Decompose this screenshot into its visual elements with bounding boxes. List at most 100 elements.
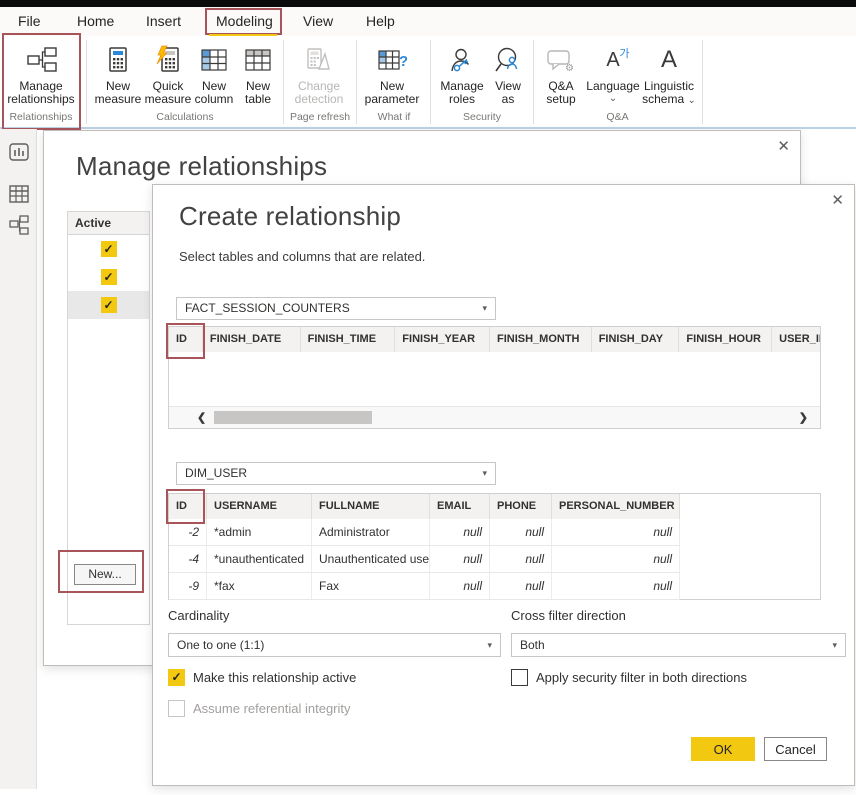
- model-view-icon[interactable]: [9, 215, 29, 235]
- cell-fullname: Fax: [312, 573, 430, 599]
- ribbon-divider: [356, 40, 357, 124]
- data-view-icon[interactable]: [9, 184, 29, 204]
- menu-tab-view[interactable]: View: [303, 13, 333, 29]
- window-titlebar: [0, 0, 856, 7]
- annotation-box-modeling: [205, 8, 282, 35]
- ok-button[interactable]: OK: [691, 737, 755, 761]
- disabled-checkbox: [168, 700, 185, 717]
- linguistic-schema-icon: A: [661, 40, 677, 80]
- ribbon-divider: [430, 40, 431, 124]
- table1-selected-value: FACT_SESSION_COUNTERS: [185, 301, 350, 315]
- column-header[interactable]: ID: [169, 494, 207, 519]
- cell-fullname: Administrator: [312, 519, 430, 545]
- scrollbar-thumb[interactable]: [214, 411, 372, 424]
- dialog-subtitle: Select tables and columns that are relat…: [179, 249, 425, 264]
- cell-username: *admin: [207, 519, 312, 545]
- column-header[interactable]: FULLNAME: [312, 494, 430, 519]
- menu-tab-help[interactable]: Help: [366, 13, 395, 29]
- qa-setup-button[interactable]: ⚙ Q&A setup: [538, 40, 584, 106]
- calculator-icon: [105, 40, 131, 80]
- cross-filter-value: Both: [520, 638, 545, 652]
- make-active-option[interactable]: ✓ Make this relationship active: [168, 669, 356, 686]
- chevron-down-icon: ⌄: [609, 93, 617, 104]
- table2-preview: ID USERNAME FULLNAME EMAIL PHONE PERSONA…: [168, 493, 821, 600]
- referential-integrity-option: Assume referential integrity: [168, 700, 351, 717]
- ribbon-button-label: Q&A setup: [538, 80, 584, 106]
- menu-bar: File Home Insert Modeling View Help: [0, 7, 856, 36]
- cell-username: *unauthenticated: [207, 546, 312, 572]
- report-view-icon[interactable]: [9, 142, 29, 162]
- ribbon-button-label: Language: [586, 80, 639, 93]
- cell-id: -2: [169, 519, 207, 545]
- column-header[interactable]: PERSONAL_NUMBER: [552, 494, 680, 519]
- new-measure-button[interactable]: New measure: [93, 40, 143, 106]
- column-header[interactable]: FINISH_TIME: [301, 327, 396, 352]
- cancel-button[interactable]: Cancel: [764, 737, 827, 761]
- menu-tab-file[interactable]: File: [18, 13, 41, 29]
- relationship-row[interactable]: ✓: [68, 263, 149, 291]
- relationship-row-selected[interactable]: ✓: [68, 291, 149, 319]
- gear-glyph: ⚙: [565, 63, 574, 74]
- checkbox-label: Assume referential integrity: [193, 701, 351, 716]
- unchecked-checkbox[interactable]: [511, 669, 528, 686]
- new-column-button[interactable]: New column: [190, 40, 238, 106]
- column-header[interactable]: USER_ID: [772, 327, 820, 352]
- column-header[interactable]: PHONE: [490, 494, 552, 519]
- caret-down-icon: ▾: [487, 634, 492, 656]
- horizontal-scrollbar[interactable]: ❮ ❯: [169, 406, 820, 428]
- column-header[interactable]: ID: [169, 327, 203, 352]
- menu-tab-insert[interactable]: Insert: [146, 13, 181, 29]
- table-row[interactable]: -2 *admin Administrator null null null: [169, 519, 680, 546]
- table-row[interactable]: -4 *unauthenticated Unauthenticated user…: [169, 546, 680, 573]
- active-checkbox[interactable]: ✓: [101, 241, 117, 257]
- menu-tab-home[interactable]: Home: [77, 13, 114, 29]
- ribbon-button-label: New table: [236, 80, 280, 106]
- ribbon-button-label: Manage roles: [436, 80, 488, 106]
- table1-empty-body: [169, 352, 820, 406]
- active-checkbox[interactable]: ✓: [101, 297, 117, 313]
- checked-checkbox[interactable]: ✓: [168, 669, 185, 686]
- chevron-down-icon: ⌄: [687, 95, 695, 106]
- manage-dialog-title: Manage relationships: [76, 151, 327, 182]
- manage-relationships-button[interactable]: Manage relationships: [6, 40, 76, 106]
- table-row[interactable]: -9 *fax Fax null null null: [169, 573, 680, 600]
- column-header[interactable]: FINISH_MONTH: [490, 327, 592, 352]
- active-checkbox[interactable]: ✓: [101, 269, 117, 285]
- close-icon[interactable]: ✕: [831, 191, 844, 209]
- column-header[interactable]: FINISH_HOUR: [679, 327, 772, 352]
- new-table-button[interactable]: New table: [236, 40, 280, 106]
- scroll-left-icon[interactable]: ❮: [197, 411, 206, 424]
- close-icon[interactable]: ✕: [777, 137, 790, 155]
- linguistic-schema-button[interactable]: A Linguistic schema ⌄: [638, 40, 700, 107]
- quick-measure-icon: [154, 40, 182, 80]
- view-as-icon: [494, 40, 522, 80]
- view-as-button[interactable]: View as: [488, 40, 528, 106]
- table2-select[interactable]: DIM_USER ▾: [176, 462, 496, 485]
- cell-personal-number: null: [552, 546, 680, 572]
- column-header[interactable]: EMAIL: [430, 494, 490, 519]
- column-header[interactable]: FINISH_YEAR: [395, 327, 490, 352]
- quick-measure-button[interactable]: Quick measure: [141, 40, 195, 106]
- cross-filter-select[interactable]: Both ▾: [511, 633, 846, 657]
- scroll-right-icon[interactable]: ❯: [799, 411, 808, 424]
- manage-roles-button[interactable]: Manage roles: [436, 40, 488, 106]
- table2-selected-value: DIM_USER: [185, 466, 247, 480]
- security-filter-option[interactable]: Apply security filter in both directions: [511, 669, 747, 686]
- cell-personal-number: null: [552, 573, 680, 599]
- column-header[interactable]: FINISH_DAY: [592, 327, 680, 352]
- new-parameter-button[interactable]: ? New parameter: [362, 40, 422, 106]
- column-header[interactable]: USERNAME: [207, 494, 312, 519]
- language-button[interactable]: A가 Language ⌄: [586, 40, 640, 104]
- ribbon-button-label: Quick measure: [141, 80, 195, 106]
- cell-id: -4: [169, 546, 207, 572]
- table1-select[interactable]: FACT_SESSION_COUNTERS ▾: [176, 297, 496, 320]
- ribbon-divider: [702, 40, 703, 124]
- column-header[interactable]: FINISH_DATE: [203, 327, 301, 352]
- qa-setup-icon: ⚙: [546, 40, 576, 80]
- caret-down-icon: ▾: [482, 298, 487, 319]
- cardinality-select[interactable]: One to one (1:1) ▾: [168, 633, 501, 657]
- cell-username: *fax: [207, 573, 312, 599]
- new-relationship-button[interactable]: New...: [74, 564, 136, 585]
- cell-personal-number: null: [552, 519, 680, 545]
- relationship-row[interactable]: ✓: [68, 235, 149, 263]
